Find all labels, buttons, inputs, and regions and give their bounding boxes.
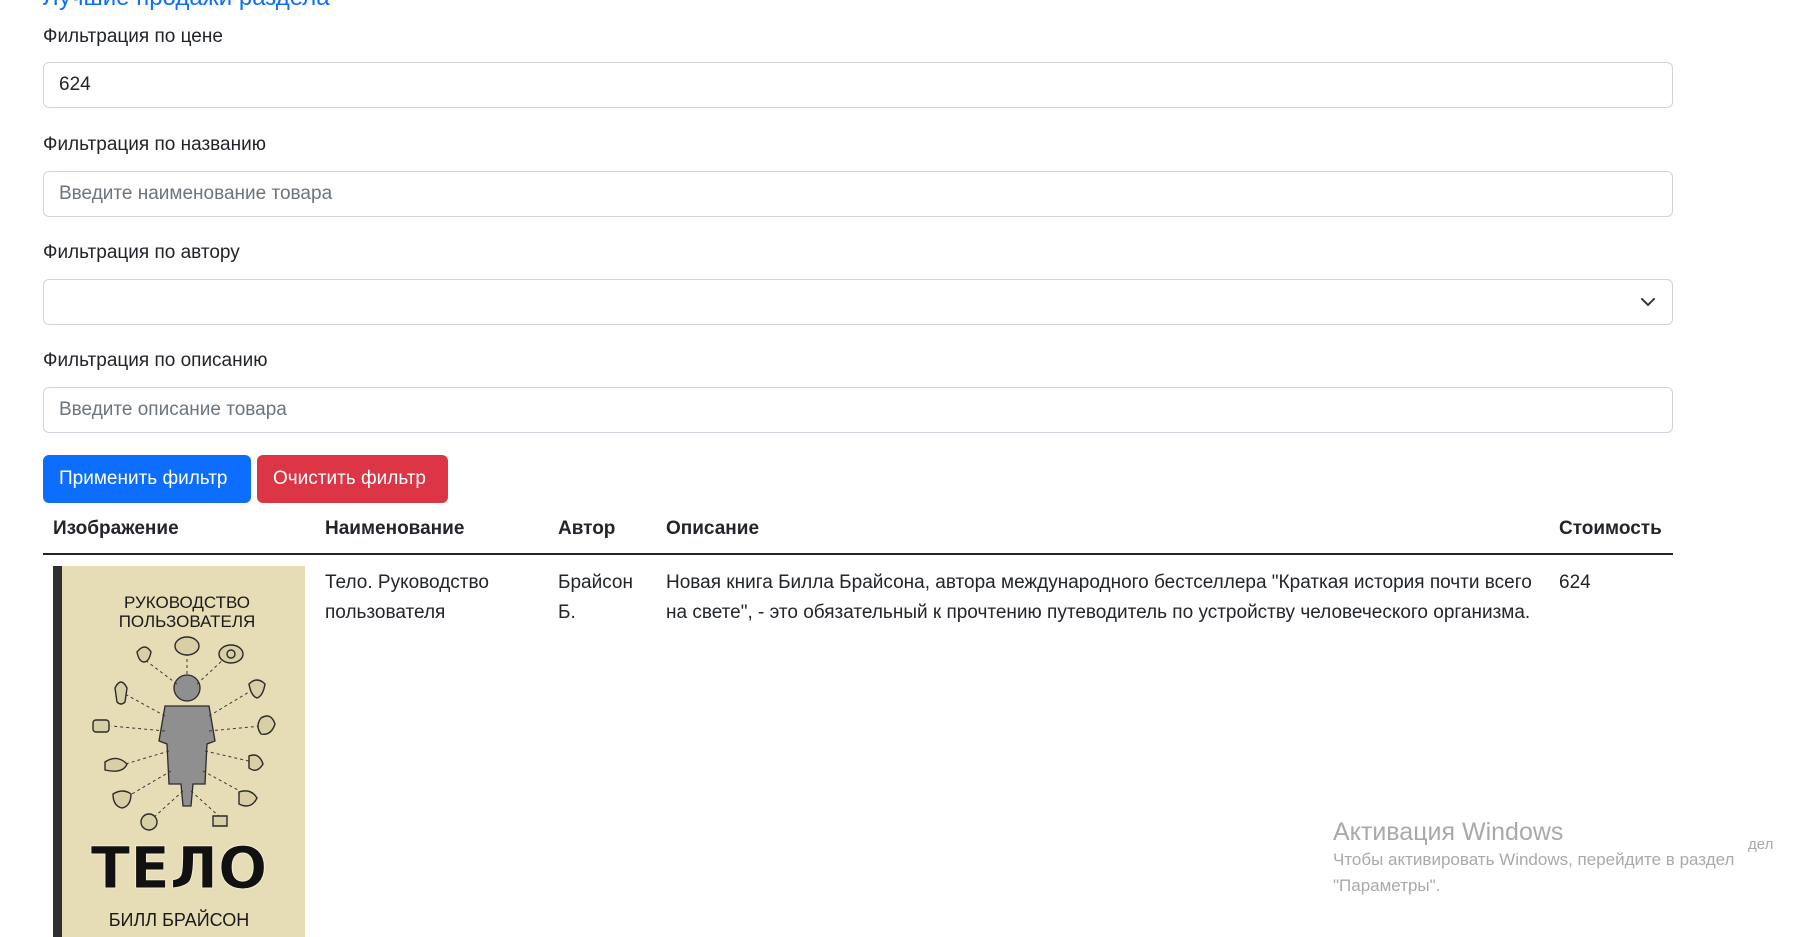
body-figure [158,674,216,807]
book-cover-art: РУКОВОДСТВО ПОЛЬЗОВАТЕЛЯ ТЕЛО БИЛЛ БРАЙС… [90,593,276,930]
description-filter-group: Фильтрация по описанию Введите описание … [43,350,1673,433]
column-header-description: Описание [666,518,760,539]
column-header-author: Автор [558,518,616,539]
author-filter-select[interactable] [43,279,1673,325]
cover-title: ТЕЛО [91,834,268,902]
price-filter-group: Фильтрация по цене 624 [43,26,1673,108]
column-header-price: Стоимость [1559,518,1662,539]
cover-author: БИЛЛ БРАЙСОН [109,909,250,930]
watermark-text: Чтобы активировать Windows, перейдите в … [1333,850,1735,895]
name-filter-input[interactable]: Введите наименование товара [43,171,1673,217]
chevron-down-icon [1641,298,1655,306]
product-description: Новая книга Билла Брайсона, автора между… [666,572,1532,623]
description-filter-input[interactable]: Введите описание товара [43,387,1673,433]
description-filter-label: Фильтрация по описанию [43,350,268,371]
apply-filter-button[interactable]: Применить фильтр [43,455,251,503]
section-title: Лучшие продажи раздела [43,0,330,12]
book-cover-image: РУКОВОДСТВО ПОЛЬЗОВАТЕЛЯ ТЕЛО БИЛЛ БРАЙС… [53,566,305,937]
cover-subtitle-line1: РУКОВОДСТВО [124,593,250,612]
cover-subtitle-line2: ПОЛЬЗОВАТЕЛЯ [119,612,256,631]
product-name: Тело. Руководство пользователя [325,572,489,623]
windows-activation-watermark: Активация Windows Чтобы активировать Win… [1333,818,1753,899]
table-header-divider [43,553,1673,555]
column-header-name: Наименование [325,518,465,539]
watermark-fragment: дел [1748,836,1774,853]
author-filter-group: Фильтрация по автору [43,242,1673,325]
product-author: Брайсон Б. [558,572,633,623]
product-price: 624 [1559,572,1591,593]
clear-filter-button[interactable]: Очистить фильтр [257,455,448,503]
name-filter-label: Фильтрация по названию [43,134,266,155]
watermark-title: Активация Windows [1333,818,1564,846]
name-filter-group: Фильтрация по названию Введите наименова… [43,134,1673,217]
column-header-image: Изображение [53,518,179,539]
price-filter-label: Фильтрация по цене [43,26,223,47]
price-filter-input[interactable]: 624 [43,62,1673,108]
author-filter-label: Фильтрация по автору [43,242,240,263]
